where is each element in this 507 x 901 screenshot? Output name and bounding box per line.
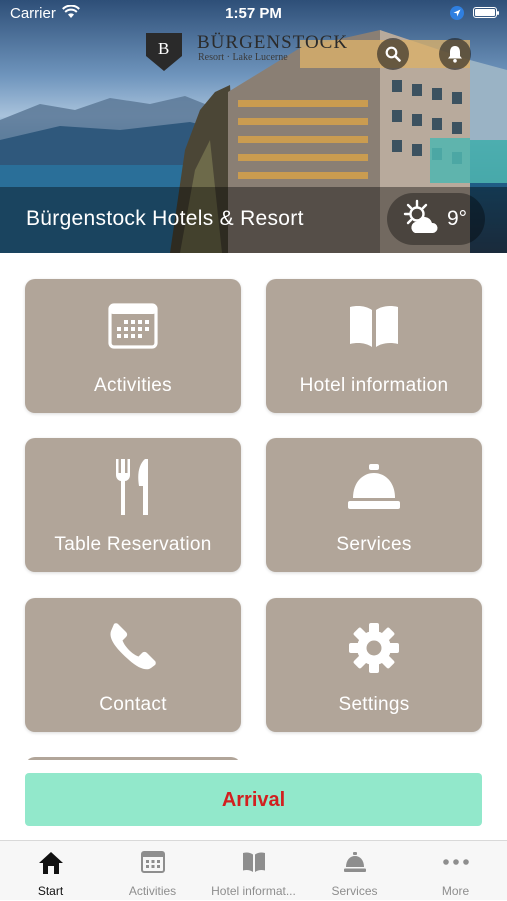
location-arrow-icon — [450, 6, 464, 24]
tile-label: Table Reservation — [54, 534, 212, 555]
phone-icon — [110, 623, 156, 670]
logo-name: BÜRGENSTOCK — [197, 32, 349, 53]
tab-label: Activities — [128, 884, 177, 898]
tile-table-reservation[interactable]: Table Reservation — [25, 438, 241, 572]
book-icon — [242, 852, 265, 872]
tab-activities[interactable]: Activities — [102, 841, 203, 901]
tab-hotel-information[interactable]: Hotel informat... — [203, 841, 304, 901]
service-bell-icon — [343, 852, 366, 872]
bell-icon — [448, 46, 462, 63]
tab-label: Services — [331, 884, 378, 898]
calendar-icon — [108, 303, 158, 349]
cutlery-icon — [116, 459, 148, 515]
tab-label: Hotel informat... — [211, 884, 296, 898]
home-icon — [38, 852, 63, 874]
tab-more[interactable]: More — [405, 841, 506, 901]
tile-label: Services — [336, 534, 412, 555]
tab-services[interactable]: Services — [304, 841, 405, 901]
battery-icon — [473, 7, 497, 18]
book-icon — [350, 306, 398, 347]
search-icon — [385, 46, 401, 62]
status-bar: Carrier 1:57 PM — [0, 0, 507, 28]
hotel-title: Bürgenstock Hotels & Resort — [26, 207, 304, 230]
tile-contact[interactable]: Contact — [25, 598, 241, 732]
tile-label: Contact — [99, 694, 167, 715]
tile-label: Activities — [94, 375, 172, 396]
gear-icon — [349, 623, 399, 673]
arrival-button[interactable]: Arrival — [25, 773, 482, 826]
calendar-icon — [140, 851, 165, 873]
search-button[interactable] — [377, 38, 409, 70]
hero-banner: Carrier 1:57 PM B BÜRGENSTOCK Resort · L… — [0, 0, 507, 253]
more-icon — [442, 859, 469, 865]
tile-activities[interactable]: Activities — [25, 279, 241, 413]
tile-services[interactable]: Services — [266, 438, 482, 572]
service-bell-icon — [348, 464, 400, 509]
clock: 1:57 PM — [225, 5, 282, 22]
logo-subtitle: Resort · Lake Lucerne — [198, 52, 288, 63]
partly-cloudy-icon — [403, 199, 438, 233]
tab-start[interactable]: Start — [0, 841, 101, 901]
temperature: 9° — [447, 207, 468, 230]
logo-letter: B — [158, 39, 170, 58]
tab-bar: Start Activities Hotel informat... Servi… — [0, 840, 507, 900]
tab-label: More — [441, 884, 470, 898]
notifications-button[interactable] — [439, 38, 471, 70]
tile-label: Settings — [338, 694, 410, 715]
weather-widget: 9° — [387, 193, 485, 245]
tab-label: Start — [37, 884, 64, 898]
tile-label: Hotel information — [299, 375, 449, 396]
tile-hotel-information[interactable]: Hotel information — [266, 279, 482, 413]
tile-settings[interactable]: Settings — [266, 598, 482, 732]
